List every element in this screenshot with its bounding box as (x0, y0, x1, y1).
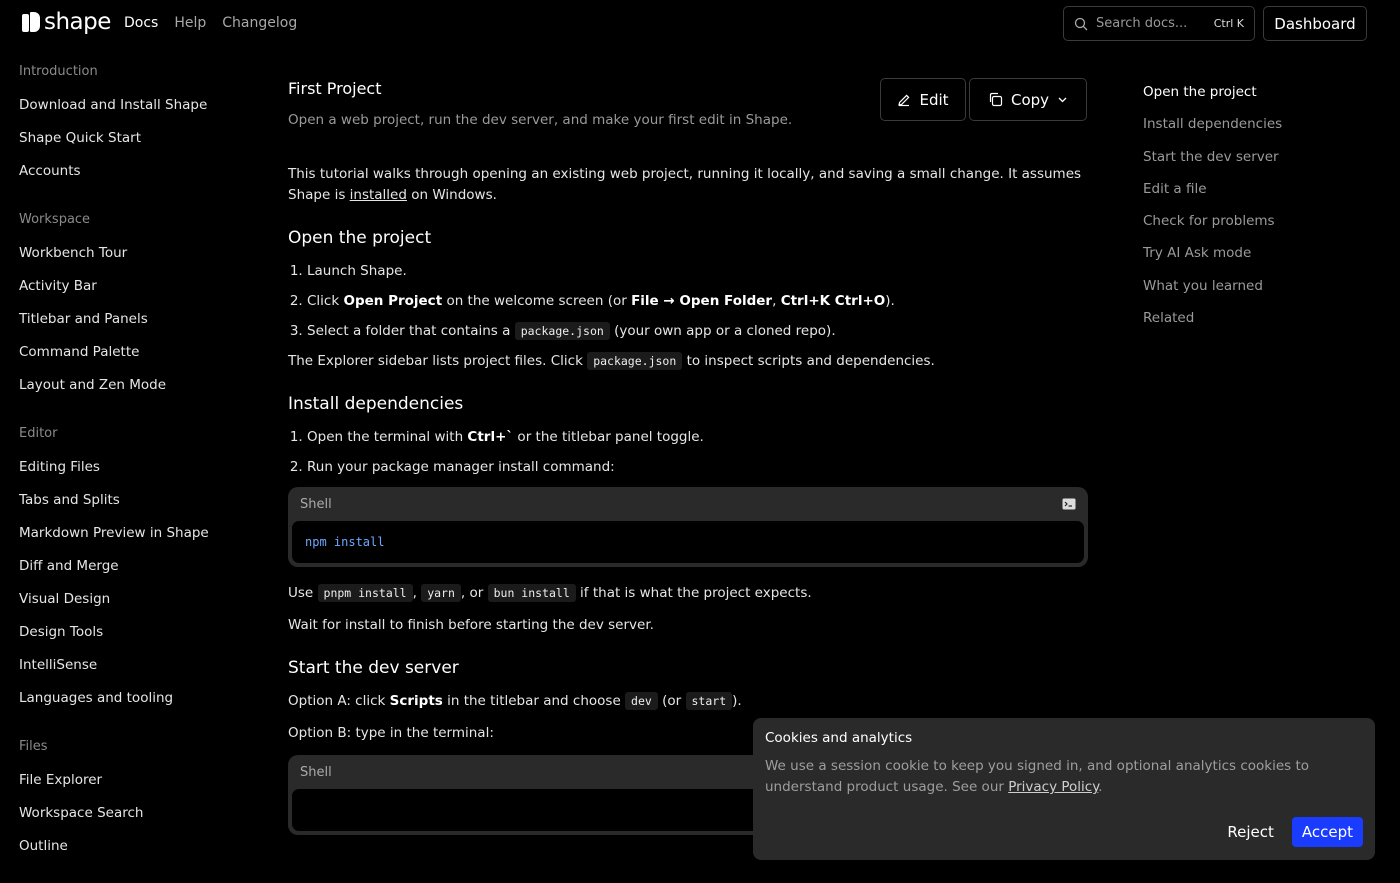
inline-code: pnpm install (317, 584, 413, 602)
section-heading-start-dev-server: Start the dev server (288, 658, 459, 678)
toc-item-install-dependencies[interactable]: Install dependencies (1143, 112, 1383, 144)
page-title: First Project (288, 79, 382, 98)
sidebar-item-editing-files[interactable]: Editing Files (19, 455, 249, 488)
sidebar-item-languages-tooling[interactable]: Languages and tooling (19, 686, 249, 719)
sidebar-item-activity-bar[interactable]: Activity Bar (19, 274, 249, 307)
pencil-icon (898, 94, 910, 106)
sidebar: Introduction Download and Install Shape … (19, 60, 249, 883)
toc-item-ai-ask-mode[interactable]: Try AI Ask mode (1143, 241, 1383, 273)
sidebar-item-workbench-tour[interactable]: Workbench Tour (19, 241, 249, 274)
sidebar-item-file-explorer[interactable]: File Explorer (19, 768, 249, 801)
nav-changelog[interactable]: Changelog (222, 15, 297, 31)
copy-button[interactable]: Copy (969, 78, 1087, 121)
sidebar-item-layout-zen[interactable]: Layout and Zen Mode (19, 373, 249, 406)
list-item: Select a folder that contains a package.… (307, 321, 1088, 342)
code-block: Shell npm install (288, 487, 1088, 567)
sidebar-item-workspace-search[interactable]: Workspace Search (19, 801, 249, 834)
sidebar-item-visual-design[interactable]: Visual Design (19, 587, 249, 620)
code-language-label: Shell (300, 764, 332, 780)
inline-code: package.json (587, 352, 683, 370)
sidebar-item-design-tools[interactable]: Design Tools (19, 620, 249, 653)
sidebar-item-command-palette[interactable]: Command Palette (19, 340, 249, 373)
toc-item-what-you-learned[interactable]: What you learned (1143, 274, 1383, 306)
code-block-header: Shell (292, 487, 1084, 521)
section-heading-install-dependencies: Install dependencies (288, 394, 464, 414)
search-icon (1074, 17, 1088, 30)
sidebar-item-quick-start[interactable]: Shape Quick Start (19, 126, 249, 159)
top-nav: Docs Help Changelog (124, 15, 297, 31)
sidebar-group-editor: Editor Editing Files Tabs and Splits Mar… (19, 422, 249, 719)
open-project-steps: Launch Shape. Click Open Project on the … (288, 261, 1088, 342)
sidebar-item-download-install[interactable]: Download and Install Shape (19, 93, 249, 126)
sidebar-item-intellisense[interactable]: IntelliSense (19, 653, 249, 686)
option-a-paragraph: Option A: click Scripts in the titlebar … (288, 692, 742, 710)
inline-code: yarn (421, 584, 461, 602)
edit-label: Edit (919, 90, 949, 109)
nav-docs[interactable]: Docs (124, 15, 158, 31)
toc-item-related[interactable]: Related (1143, 306, 1383, 338)
inline-code: dev (625, 692, 658, 710)
toc-item-edit-file[interactable]: Edit a file (1143, 177, 1383, 209)
toc-item-open-project[interactable]: Open the project (1143, 80, 1383, 112)
search-input[interactable]: Search docs... Ctrl K (1063, 6, 1255, 41)
toc-item-start-dev-server[interactable]: Start the dev server (1143, 145, 1383, 177)
sidebar-item-tabs-splits[interactable]: Tabs and Splits (19, 488, 249, 521)
installed-link[interactable]: installed (350, 187, 407, 203)
inline-code: start (685, 692, 733, 710)
edit-button[interactable]: Edit (880, 78, 966, 121)
nav-help[interactable]: Help (174, 15, 206, 31)
privacy-policy-link[interactable]: Privacy Policy (1008, 779, 1098, 795)
cookie-text: We use a session cookie to keep you sign… (765, 758, 1310, 795)
terminal-icon[interactable] (1062, 498, 1076, 510)
shape-logo-icon (22, 12, 40, 32)
inline-code: package.json (514, 322, 610, 340)
section-heading-open-project: Open the project (288, 228, 432, 248)
accept-button[interactable]: Accept (1291, 817, 1363, 847)
copy-icon (989, 92, 1003, 107)
chevron-down-icon (1058, 97, 1067, 103)
sidebar-item-diff-merge[interactable]: Diff and Merge (19, 554, 249, 587)
install-steps: Open the terminal with Ctrl+` or the tit… (288, 427, 1088, 478)
sidebar-item-markdown-preview[interactable]: Markdown Preview in Shape (19, 521, 249, 554)
list-item: Run your package manager install command… (307, 457, 1088, 478)
explorer-paragraph: The Explorer sidebar lists project files… (288, 352, 935, 370)
sidebar-item-accounts[interactable]: Accounts (19, 159, 249, 192)
code-language-label: Shell (300, 496, 332, 512)
logo-text: shape (44, 9, 111, 35)
sidebar-heading: Workspace (19, 212, 91, 227)
reject-button[interactable]: Reject (1219, 817, 1282, 847)
sidebar-group-workspace: Workspace Workbench Tour Activity Bar Ti… (19, 208, 249, 406)
list-item: Open the terminal with Ctrl+` or the tit… (307, 427, 1088, 448)
page-subtitle: Open a web project, run the dev server, … (288, 112, 793, 128)
shape-logo[interactable]: shape (22, 10, 111, 34)
package-manager-paragraph: Use pnpm install, yarn, or bun install i… (288, 584, 812, 602)
sidebar-item-outline[interactable]: Outline (19, 834, 249, 867)
wait-paragraph: Wait for install to finish before starti… (288, 617, 654, 633)
cookie-actions: Reject Accept (1219, 817, 1363, 847)
inline-code: bun install (487, 584, 576, 602)
search-placeholder: Search docs... (1096, 16, 1188, 31)
sidebar-group-introduction: Introduction Download and Install Shape … (19, 60, 249, 192)
sidebar-heading: Introduction (19, 64, 98, 79)
cookie-banner: Cookies and analytics We use a session c… (753, 718, 1375, 860)
intro-paragraph: This tutorial walks through opening an e… (288, 166, 1082, 203)
table-of-contents: Open the project Install dependencies St… (1143, 80, 1383, 338)
copy-label: Copy (1010, 90, 1050, 109)
sidebar-item-titlebar-panels[interactable]: Titlebar and Panels (19, 307, 249, 340)
list-item: Launch Shape. (307, 261, 1088, 282)
list-item: Click Open Project on the welcome screen… (307, 291, 1088, 312)
sidebar-heading: Editor (19, 426, 58, 441)
search-shortcut: Ctrl K (1213, 17, 1244, 30)
toc-item-check-problems[interactable]: Check for problems (1143, 209, 1383, 241)
sidebar-group-files: Files File Explorer Workspace Search Out… (19, 735, 249, 867)
cookie-title: Cookies and analytics (765, 730, 913, 746)
top-bar: shape Docs Help Changelog Search docs...… (0, 0, 1400, 46)
dashboard-button[interactable]: Dashboard (1263, 6, 1367, 41)
sidebar-heading: Files (19, 739, 48, 754)
code-content: npm install (292, 521, 1084, 563)
